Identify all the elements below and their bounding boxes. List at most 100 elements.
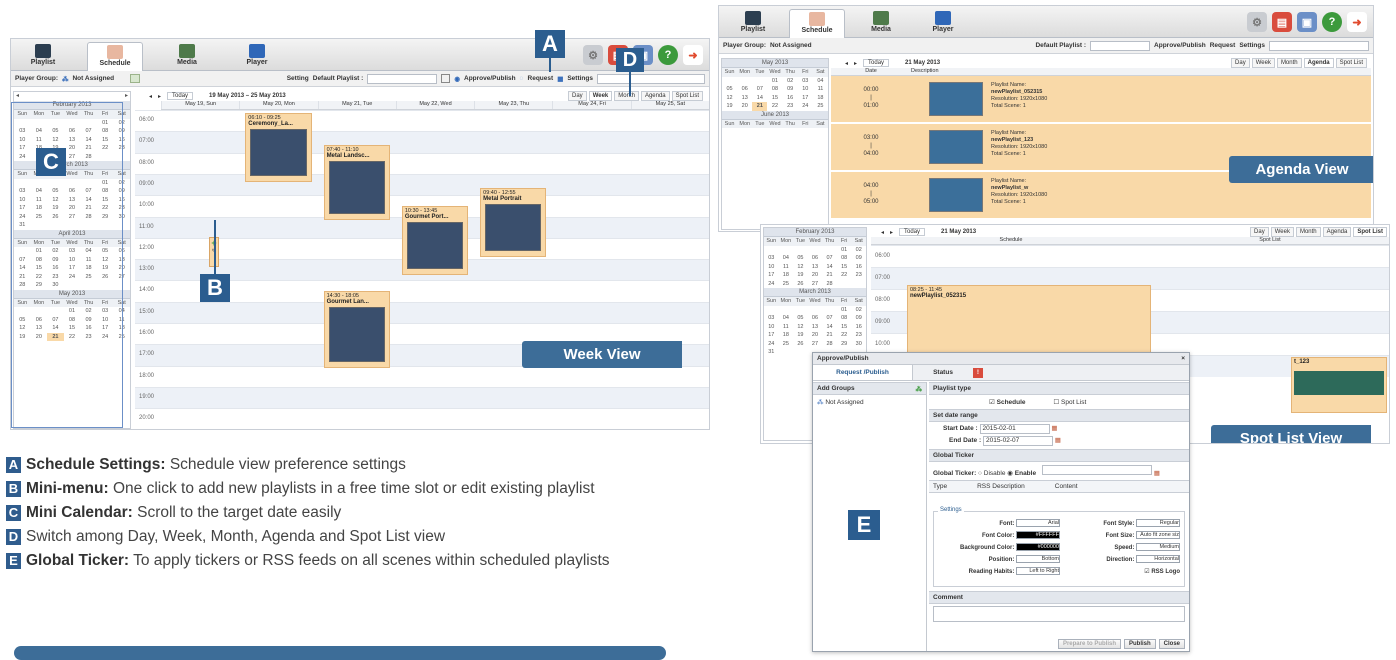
prev-week-icon[interactable]: ◂ <box>149 93 152 100</box>
calendar-day[interactable]: 08 <box>837 254 852 263</box>
view-day-button[interactable]: Day <box>1231 58 1250 68</box>
calendar-day[interactable]: 21 <box>822 271 837 280</box>
calendar-day[interactable]: 11 <box>813 85 828 94</box>
view-agenda-button[interactable]: Agenda <box>640 91 670 101</box>
disable-radio[interactable]: Disable <box>984 470 1006 477</box>
calendar-day[interactable]: 19 <box>722 102 737 111</box>
calendar-day[interactable] <box>779 348 794 357</box>
calendar-day[interactable] <box>822 246 837 255</box>
calendar-day[interactable]: 13 <box>808 263 823 272</box>
calendar-day[interactable]: 07 <box>752 85 767 94</box>
calendar-day[interactable] <box>793 306 808 315</box>
tab-status[interactable]: Status <box>913 365 973 380</box>
tab-schedule[interactable]: Schedule <box>87 42 143 71</box>
font-style-select[interactable]: Regular <box>1136 519 1180 528</box>
today-button[interactable]: Today <box>863 59 890 67</box>
calendar-day[interactable]: 06 <box>808 314 823 323</box>
calendar-day[interactable]: 26 <box>793 340 808 349</box>
next-icon[interactable]: ▸ <box>890 229 893 236</box>
calendar-day[interactable]: 12 <box>722 94 737 103</box>
calendar-day[interactable]: 04 <box>779 254 794 263</box>
calendar-day[interactable] <box>737 77 752 86</box>
bg-color-input[interactable]: #000000 <box>1016 543 1060 552</box>
add-group-icon[interactable]: ⁂ <box>916 385 923 393</box>
calendar-day[interactable]: 13 <box>808 323 823 332</box>
gear-icon[interactable]: ⚙ <box>583 45 603 65</box>
ticker-picker-icon[interactable]: ▦ <box>1154 470 1160 477</box>
next-icon[interactable]: ▸ <box>125 92 128 101</box>
calendar-day[interactable]: 01 <box>837 246 852 255</box>
calendar-day[interactable]: 05 <box>793 254 808 263</box>
calendar-icon[interactable]: ▦ <box>1055 437 1061 444</box>
calendar-day[interactable]: 05 <box>793 314 808 323</box>
calendar-day[interactable]: 11 <box>779 263 794 272</box>
tab-player[interactable]: Player <box>915 9 971 38</box>
schedule-settings-button[interactable]: Settings <box>1239 42 1265 49</box>
calendar-day[interactable]: 15 <box>767 94 782 103</box>
calendar-day[interactable]: 01 <box>837 306 852 315</box>
view-agenda-button[interactable]: Agenda <box>1303 58 1334 68</box>
request-button[interactable]: Request <box>528 75 554 82</box>
calendar-day[interactable]: 26 <box>793 280 808 289</box>
default-playlist-field[interactable] <box>1090 40 1151 51</box>
calendar-day[interactable]: 16 <box>851 263 866 272</box>
calendar-day[interactable]: 02 <box>851 246 866 255</box>
calendar-day[interactable]: 27 <box>808 280 823 289</box>
prev-icon[interactable]: ◂ <box>881 229 884 236</box>
calendar-day[interactable]: 21 <box>752 102 768 111</box>
calendar-day[interactable]: 21 <box>822 331 837 340</box>
calendar-day[interactable] <box>779 246 794 255</box>
view-week-button[interactable]: Week <box>1270 227 1294 237</box>
comment-textarea[interactable] <box>933 606 1185 622</box>
end-date-input[interactable]: 2015-02-07 <box>982 436 1053 446</box>
calendar-day[interactable]: 10 <box>798 85 813 94</box>
calendar-day[interactable]: 20 <box>808 331 823 340</box>
calendar-icon[interactable]: ▦ <box>1051 425 1057 432</box>
calendar-day[interactable]: 03 <box>764 314 779 323</box>
calendar-day[interactable]: 29 <box>837 340 852 349</box>
group-item[interactable]: ⁂ Not Assigned <box>813 395 926 409</box>
calendar-day[interactable]: 18 <box>813 94 828 103</box>
calendar-day[interactable]: 20 <box>808 271 823 280</box>
calendar-day[interactable]: 30 <box>851 340 866 349</box>
view-agenda-button[interactable]: Agenda <box>1322 227 1352 237</box>
calendar-day[interactable]: 20 <box>737 102 752 111</box>
request-button[interactable]: Request <box>1210 42 1236 49</box>
view-month-button[interactable]: Month <box>1276 58 1302 68</box>
calendar-day[interactable]: 17 <box>798 94 813 103</box>
view-week-button[interactable]: Week <box>1251 58 1275 68</box>
calendar-day[interactable]: 09 <box>851 254 866 263</box>
calendar-day[interactable]: 23 <box>783 102 798 111</box>
spot-event-2[interactable]: t_123 <box>1291 357 1387 413</box>
calendar-day[interactable] <box>752 77 767 86</box>
calendar-day[interactable]: 02 <box>783 77 798 86</box>
schedule-event[interactable]: 07:40 - 11:10 Metal Landsc... <box>323 145 390 220</box>
calendar-day[interactable]: 04 <box>813 77 828 86</box>
view-spot-list-button[interactable]: Spot List <box>671 91 703 101</box>
calendar-day[interactable]: 10 <box>764 263 779 272</box>
calendar-day[interactable]: 07 <box>822 314 837 323</box>
today-button[interactable]: Today <box>899 228 926 236</box>
approve-publish-button[interactable]: Approve/Publish <box>1154 42 1206 49</box>
schedule-event[interactable]: 10:30 - 13:45 Gourmet Port... <box>401 205 469 276</box>
calendar-day[interactable]: 22 <box>837 331 852 340</box>
calendar-day[interactable]: 22 <box>837 271 852 280</box>
calendar-day[interactable]: 03 <box>764 254 779 263</box>
calendar-day[interactable] <box>722 77 737 86</box>
publish-button[interactable]: Publish <box>1123 639 1156 649</box>
logout-icon[interactable]: ➜ <box>683 45 703 65</box>
prepare-publish-button[interactable]: Prepare to Publish <box>1057 639 1121 649</box>
calendar-day[interactable]: 11 <box>779 323 794 332</box>
calendar-day[interactable] <box>837 280 852 289</box>
calendar-day[interactable]: 05 <box>722 85 737 94</box>
prev-icon[interactable]: ◂ <box>845 60 848 67</box>
calendar-day[interactable]: 18 <box>779 331 794 340</box>
spot-list-checkbox[interactable]: ☐ <box>1053 399 1061 406</box>
calendar-day[interactable]: 08 <box>767 85 782 94</box>
help-icon[interactable]: ? <box>1322 12 1342 32</box>
direction-select[interactable]: Horizontal <box>1136 555 1180 564</box>
tab-media[interactable]: Media <box>853 9 909 38</box>
calendar-day[interactable]: 06 <box>808 254 823 263</box>
calendar-day[interactable] <box>779 306 794 315</box>
search-input[interactable] <box>597 73 705 84</box>
